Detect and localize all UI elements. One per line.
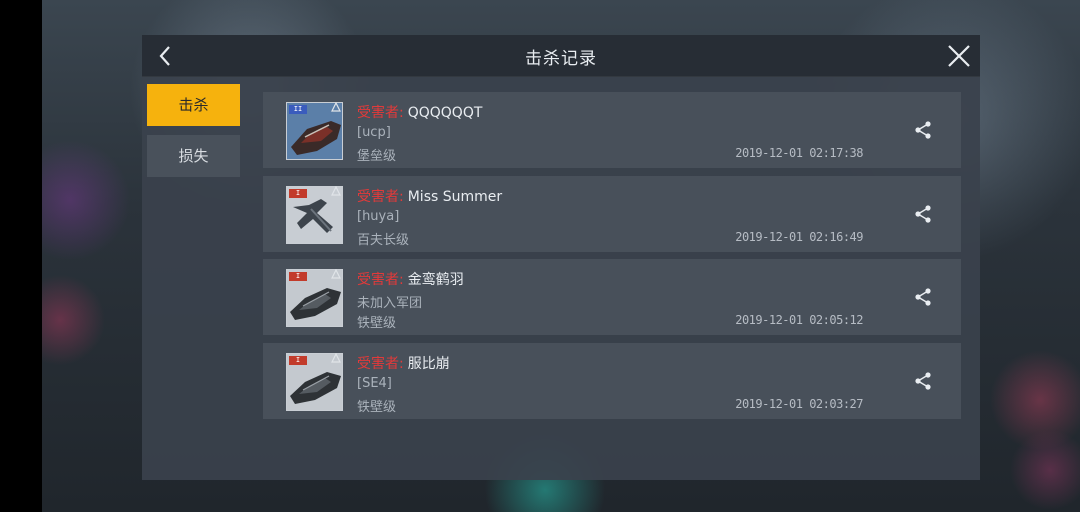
corp-tag: [huya]: [357, 208, 400, 224]
rank-badge: II: [289, 105, 307, 114]
share-icon[interactable]: [913, 120, 933, 140]
victim-label: 受害者:: [357, 355, 404, 372]
tab-losses[interactable]: 损失: [147, 135, 240, 177]
kill-time: 2019-12-01 02:05:12: [735, 313, 863, 327]
victim-line: 受害者: 金鸾鹤羽: [357, 269, 464, 289]
victim-label: 受害者:: [357, 188, 404, 205]
panel-header: 击杀记录: [142, 35, 980, 77]
ship-class: 堡垒级: [357, 149, 397, 164]
victim-name: QQQQQQT: [407, 105, 483, 121]
tab-kills[interactable]: 击杀: [147, 84, 240, 126]
kill-record-panel: 击杀记录 击杀 损失 II 受害者: QQQQQQT [ucp] 堡垒级 201…: [142, 35, 980, 480]
victim-name: Miss Summer: [407, 188, 503, 205]
kill-record-row[interactable]: II 受害者: QQQQQQT [ucp] 堡垒级 2019-12-01 02:1…: [263, 92, 961, 168]
ship-class: 铁壁级: [357, 399, 397, 415]
rank-badge: I: [289, 272, 307, 281]
share-icon[interactable]: [913, 371, 933, 391]
page-title: 击杀记录: [525, 49, 597, 69]
victim-label: 受害者:: [357, 105, 404, 121]
corp-tag: [ucp]: [357, 125, 391, 140]
share-icon[interactable]: [913, 287, 933, 307]
victim-name: 服比崩: [407, 355, 450, 372]
kill-time: 2019-12-01 02:16:49: [735, 229, 863, 244]
kill-time: 2019-12-01 02:17:38: [735, 146, 863, 160]
category-tabs: 击杀 损失: [147, 84, 241, 186]
triangle-icon: [331, 185, 341, 196]
victim-line: 受害者: 服比崩: [357, 353, 450, 373]
rank-badge: I: [289, 355, 307, 365]
corp-tag: 未加入军团: [357, 296, 423, 311]
close-icon[interactable]: [944, 41, 974, 71]
share-icon[interactable]: [913, 204, 933, 224]
ship-class: 百夫长级: [357, 232, 410, 248]
kill-time: 2019-12-01 02:03:27: [735, 396, 863, 411]
ship-class: 铁壁级: [357, 316, 397, 331]
kill-record-row[interactable]: I 受害者: Miss Summer [huya] 百夫长级 2019-12-01…: [263, 175, 961, 252]
victim-line: 受害者: Miss Summer: [357, 186, 502, 206]
victim-label: 受害者:: [357, 272, 404, 288]
kill-record-list: II 受害者: QQQQQQT [ucp] 堡垒级 2019-12-01 02:1…: [263, 92, 961, 426]
victim-line: 受害者: QQQQQQT: [357, 102, 482, 122]
triangle-icon: [331, 102, 341, 112]
kill-record-row[interactable]: I 受害者: 金鸾鹤羽 未加入军团 铁壁级 2019-12-01 02:05:12: [263, 259, 961, 335]
kill-record-row[interactable]: I 受害者: 服比崩 [SE4] 铁壁级 2019-12-01 02:03:27: [263, 342, 961, 419]
victim-name: 金鸾鹤羽: [407, 272, 464, 288]
triangle-icon: [331, 269, 341, 279]
rank-badge: I: [289, 188, 307, 198]
triangle-icon: [331, 352, 341, 363]
screen-edge: [0, 0, 42, 512]
corp-tag: [SE4]: [357, 375, 392, 391]
